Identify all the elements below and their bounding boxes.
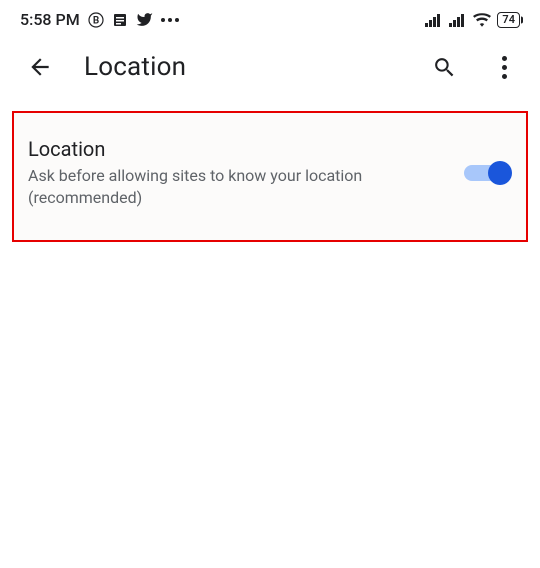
signal-icon-2 xyxy=(449,13,467,27)
toggle-thumb xyxy=(488,161,512,185)
status-time: 5:58 PM xyxy=(20,10,80,29)
location-toggle[interactable] xyxy=(464,161,508,185)
more-horizontal-icon xyxy=(161,18,179,22)
app-bar: Location xyxy=(0,35,540,99)
twitter-icon xyxy=(136,11,153,28)
arrow-left-icon xyxy=(27,54,53,80)
status-bar-right: 74 xyxy=(425,12,520,28)
location-setting-row[interactable]: Location Ask before allowing sites to kn… xyxy=(12,111,528,242)
back-button[interactable] xyxy=(24,51,56,83)
status-bar-left: 5:58 PM B xyxy=(20,10,179,29)
signal-icon xyxy=(425,13,443,27)
more-options-button[interactable] xyxy=(488,51,520,83)
battery-level: 74 xyxy=(502,14,515,25)
setting-title: Location xyxy=(28,137,444,161)
setting-description: Ask before allowing sites to know your l… xyxy=(28,165,444,210)
search-icon xyxy=(432,55,457,80)
battery-icon: 74 xyxy=(497,12,520,28)
setting-text: Location Ask before allowing sites to kn… xyxy=(28,137,444,210)
wifi-icon xyxy=(473,13,491,27)
svg-text:B: B xyxy=(93,15,99,26)
page-title: Location xyxy=(84,52,400,82)
b-circle-icon: B xyxy=(88,12,104,28)
status-bar: 5:58 PM B 74 xyxy=(0,0,540,35)
more-vertical-icon xyxy=(502,56,507,79)
news-icon xyxy=(112,12,128,28)
search-button[interactable] xyxy=(428,51,460,83)
